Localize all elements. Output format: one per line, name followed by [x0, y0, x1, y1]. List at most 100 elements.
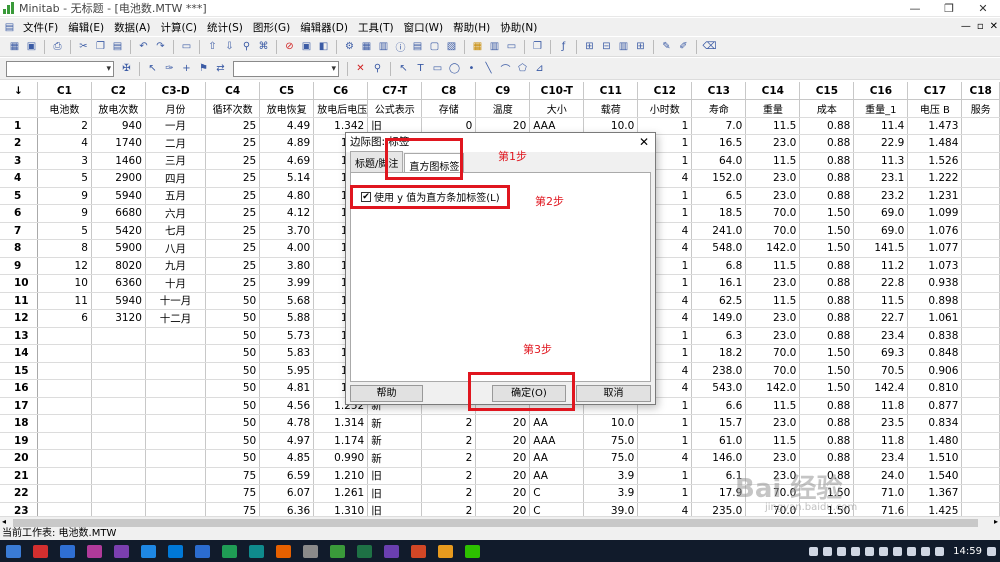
excel-icon[interactable]	[357, 544, 372, 558]
cell[interactable]: 146.0	[691, 449, 747, 468]
cell[interactable]: 71.6	[853, 502, 909, 516]
cell[interactable]	[961, 152, 1000, 170]
cell[interactable]: 25	[205, 222, 261, 240]
cell[interactable]	[145, 484, 207, 503]
cell[interactable]: 4.49	[259, 117, 315, 135]
cell[interactable]: 23.0	[745, 169, 801, 188]
cell[interactable]: 0.88	[799, 414, 855, 433]
cell[interactable]: 1.50	[799, 344, 855, 363]
cell[interactable]: 25	[205, 134, 261, 153]
column-name[interactable]: 载荷	[583, 99, 639, 118]
rectangle-tool-icon[interactable]: ▭	[430, 62, 445, 76]
cell[interactable]: 142.4	[853, 379, 909, 398]
cell[interactable]: 5940	[91, 187, 146, 205]
cell[interactable]: 四月	[145, 169, 207, 188]
dialog-close-icon[interactable]: ✕	[639, 133, 649, 152]
row-header[interactable]: 4	[0, 169, 38, 188]
cell[interactable]: 50	[205, 432, 261, 450]
cell[interactable]: 1.540	[907, 467, 963, 485]
session-icon[interactable]: ⚙	[342, 40, 357, 54]
cell[interactable]: 十二月	[145, 309, 207, 328]
cell[interactable]: 1.50	[799, 204, 855, 223]
row-header[interactable]: 23	[0, 502, 38, 516]
cell[interactable]: 6.59	[259, 467, 315, 485]
cell[interactable]	[961, 432, 1000, 450]
cell[interactable]: 新	[367, 414, 423, 433]
cell[interactable]	[37, 344, 92, 363]
cell[interactable]: 141.5	[853, 239, 909, 258]
graph-element-combo[interactable]	[233, 60, 339, 77]
cell[interactable]: 0.88	[799, 327, 855, 345]
cell[interactable]: 旧	[367, 467, 423, 485]
cell[interactable]	[91, 449, 146, 468]
cell[interactable]: 70.0	[745, 222, 801, 240]
close-button[interactable]: ✕	[966, 0, 1000, 17]
start-icon[interactable]	[6, 544, 21, 558]
restore-button[interactable]: ❐	[932, 0, 966, 17]
cell[interactable]: 2	[421, 502, 477, 516]
cell[interactable]: 11.8	[853, 432, 909, 450]
cell[interactable]: 10.0	[583, 414, 639, 433]
cell[interactable]: 11.3	[853, 152, 909, 170]
polygon-tool-icon[interactable]: ⬠	[515, 62, 530, 76]
cell[interactable]: 23.0	[745, 449, 801, 468]
cell[interactable]: 50	[205, 327, 261, 345]
column-name[interactable]: 重量_1	[853, 99, 909, 118]
menu-data[interactable]: 数据(A)	[109, 20, 155, 35]
scroll-left-icon[interactable]: ◂	[2, 517, 6, 526]
cell[interactable]: 69.3	[853, 344, 909, 363]
column-header-id[interactable]: C10-T	[529, 82, 585, 100]
column-header-id[interactable]: C2	[91, 82, 146, 100]
volume-icon[interactable]	[823, 546, 833, 556]
cell[interactable]: 6	[37, 309, 92, 328]
cell[interactable]: 11.4	[853, 117, 909, 135]
cell[interactable]	[37, 484, 92, 503]
open-icon[interactable]: ▦	[7, 40, 22, 54]
cell[interactable]: 149.0	[691, 309, 747, 328]
cell[interactable]: AA	[529, 449, 585, 468]
column-name[interactable]: 循环次数	[205, 99, 261, 118]
cell[interactable]: 70.0	[745, 362, 801, 380]
cell[interactable]: 九月	[145, 257, 207, 275]
cell[interactable]	[37, 467, 92, 485]
column-name[interactable]: 服务	[961, 99, 1000, 118]
cell[interactable]	[91, 467, 146, 485]
cell[interactable]: 2900	[91, 169, 146, 188]
line-tool-icon[interactable]: ╲	[481, 62, 496, 76]
cell[interactable]: 4	[637, 449, 693, 468]
cell[interactable]: 11.5	[745, 432, 801, 450]
cell[interactable]	[91, 502, 146, 516]
row-header[interactable]: 17	[0, 397, 38, 415]
cell[interactable]: 20	[475, 502, 531, 516]
cell[interactable]: 5.83	[259, 344, 315, 363]
column-name[interactable]: 放电恢复	[259, 99, 315, 118]
cell[interactable]: 0.88	[799, 257, 855, 275]
cell[interactable]: 4	[637, 502, 693, 516]
cell[interactable]: 5.95	[259, 362, 315, 380]
cell[interactable]: 4.85	[259, 449, 315, 468]
column-header-id[interactable]: C6	[313, 82, 369, 100]
cell[interactable]: 三月	[145, 152, 207, 170]
help-button[interactable]: 帮助	[350, 385, 423, 402]
app-blue-icon[interactable]	[60, 544, 75, 558]
cell[interactable]: 8	[37, 239, 92, 258]
menu-tools[interactable]: 工具(T)	[353, 20, 399, 35]
tray-app1-icon[interactable]	[851, 546, 861, 556]
app-teal-icon[interactable]	[249, 544, 264, 558]
cell[interactable]: 1.510	[907, 449, 963, 468]
column-name[interactable]: 小时数	[637, 99, 693, 118]
row-header[interactable]: 19	[0, 432, 38, 450]
cell[interactable]: 12	[37, 257, 92, 275]
cell[interactable]: 22.9	[853, 134, 909, 153]
cell[interactable]: 1.50	[799, 222, 855, 240]
cell[interactable]: 70.0	[745, 204, 801, 223]
cell[interactable]	[91, 397, 146, 415]
app-e-icon[interactable]	[141, 544, 156, 558]
cell[interactable]: 5.68	[259, 292, 315, 310]
cell[interactable]: 1.484	[907, 134, 963, 153]
cell[interactable]: 2	[421, 449, 477, 468]
cell[interactable]: 新	[367, 432, 423, 450]
cancel-button[interactable]: 取消	[576, 385, 651, 402]
cell[interactable]: 0.838	[907, 327, 963, 345]
cell[interactable]: 70.0	[745, 344, 801, 363]
